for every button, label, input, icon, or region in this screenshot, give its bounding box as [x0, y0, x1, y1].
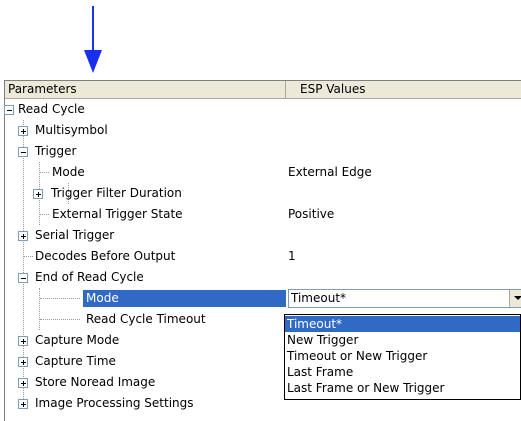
tree-row-trigger-filter-duration[interactable]: Trigger Filter Duration: [5, 183, 521, 204]
tree-row-eorc-mode-selected[interactable]: Mode Timeout*: [5, 288, 521, 309]
combobox-dropdown-button[interactable]: [509, 290, 521, 307]
expand-plus-icon[interactable]: [18, 399, 28, 409]
expand-plus-icon[interactable]: [33, 189, 43, 199]
expand-plus-icon[interactable]: [18, 336, 28, 346]
collapse-minus-icon[interactable]: [4, 105, 14, 115]
tree-row-end-of-read-cycle[interactable]: End of Read Cycle: [5, 267, 521, 288]
mode-dropdown-list[interactable]: Timeout* New Trigger Timeout or New Trig…: [284, 314, 521, 400]
expand-plus-icon[interactable]: [18, 231, 28, 241]
value-cell[interactable]: Positive: [288, 204, 334, 225]
tree-label: Decodes Before Output: [35, 249, 176, 263]
tree-label: Capture Mode: [35, 333, 120, 347]
tree-label: End of Read Cycle: [35, 270, 144, 284]
expand-plus-icon[interactable]: [18, 378, 28, 388]
tree-label: Read Cycle: [18, 102, 85, 116]
tree-row-serial-trigger[interactable]: Serial Trigger: [5, 225, 521, 246]
dropdown-option-timeout-or-new-trigger[interactable]: Timeout or New Trigger: [285, 348, 520, 364]
tree-label: Serial Trigger: [35, 228, 115, 242]
tree-row-external-trigger-state[interactable]: External Trigger State Positive: [5, 204, 521, 225]
tree-label: Store Noread Image: [35, 375, 156, 389]
column-header-esp-values[interactable]: ESP Values: [286, 81, 521, 99]
collapse-minus-icon[interactable]: [18, 147, 28, 157]
tree-row-trigger-mode[interactable]: Mode External Edge: [5, 162, 521, 183]
tree-label: Trigger: [35, 144, 77, 158]
value-cell[interactable]: 1: [288, 246, 296, 267]
dropdown-option-last-frame[interactable]: Last Frame: [285, 364, 520, 380]
chevron-down-icon: [514, 296, 521, 300]
expand-plus-icon[interactable]: [18, 126, 28, 136]
value-cell[interactable]: External Edge: [288, 162, 372, 183]
tree-row-trigger[interactable]: Trigger: [5, 141, 521, 162]
tree-label: Multisymbol: [35, 123, 108, 137]
tree-label: Image Processing Settings: [35, 396, 194, 410]
tree-label: Mode: [52, 165, 85, 179]
combobox-value: Timeout*: [291, 291, 347, 305]
mode-combobox[interactable]: Timeout*: [288, 289, 521, 308]
tree-row-decodes-before-output[interactable]: Decodes Before Output 1: [5, 246, 521, 267]
tree-row-multisymbol[interactable]: Multisymbol: [5, 120, 521, 141]
collapse-minus-icon[interactable]: [18, 273, 28, 283]
tree-row-read-cycle[interactable]: Read Cycle: [4, 99, 521, 120]
tree-label: Trigger Filter Duration: [51, 186, 182, 200]
column-header-parameters[interactable]: Parameters: [5, 81, 286, 99]
tree-label-selected: Mode: [83, 290, 286, 307]
tree-label: Capture Time: [35, 354, 116, 368]
expand-plus-icon[interactable]: [18, 357, 28, 367]
down-arrow-annotation-icon: [84, 6, 102, 73]
dropdown-option-last-frame-or-new-trigger[interactable]: Last Frame or New Trigger: [285, 380, 520, 396]
dropdown-option-new-trigger[interactable]: New Trigger: [285, 332, 520, 348]
dropdown-option-timeout[interactable]: Timeout*: [285, 316, 520, 332]
tree-label: External Trigger State: [52, 207, 183, 221]
tree-label: Read Cycle Timeout: [86, 312, 206, 326]
